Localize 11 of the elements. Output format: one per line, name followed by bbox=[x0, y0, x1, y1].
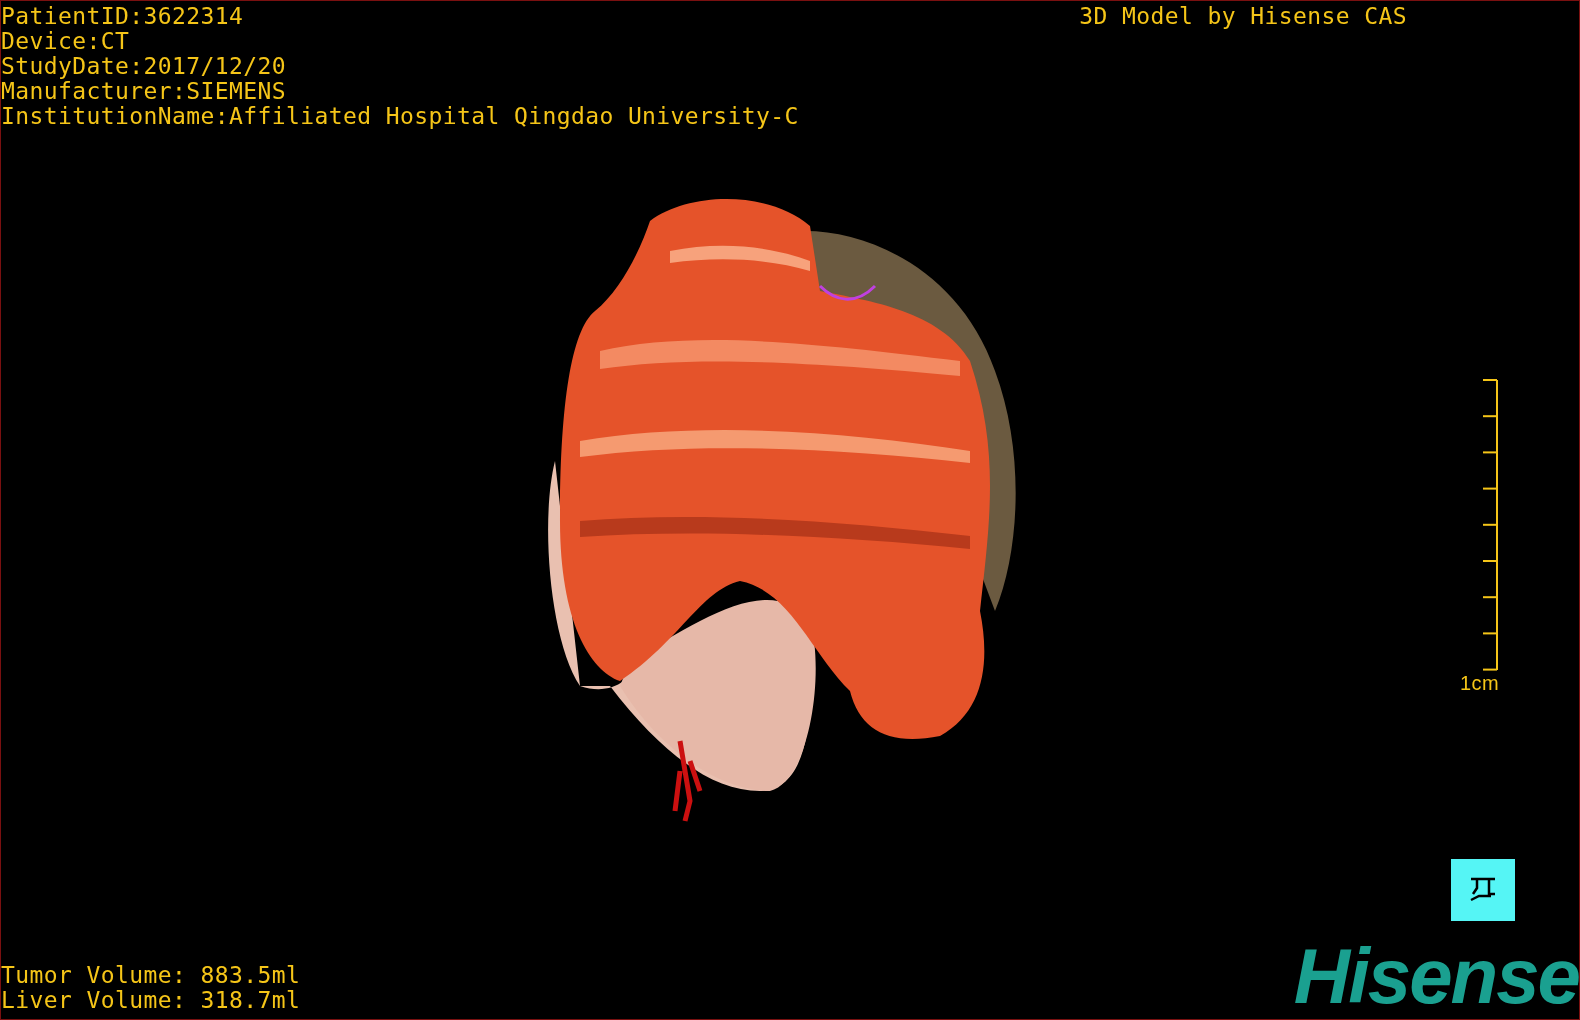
scale-label: 1cm bbox=[1460, 671, 1499, 696]
study-info-line: InstitutionName:Affiliated Hospital Qingdao University-C bbox=[1, 104, 799, 129]
volume-reading: Liver Volume: 318.7ml bbox=[1, 988, 301, 1013]
brand-logo: Hisense bbox=[1293, 941, 1579, 1011]
study-info-line: StudyDate:2017/12/20 bbox=[1, 54, 287, 79]
volume-reading: Tumor Volume: 883.5ml bbox=[1, 963, 301, 988]
view-button[interactable] bbox=[1451, 859, 1515, 921]
study-info-line: Manufacturer:SIEMENS bbox=[1, 79, 287, 104]
viewer-title: 3D Model by Hisense CAS bbox=[1079, 4, 1407, 31]
study-info-line: PatientID:3622314 bbox=[1, 4, 245, 29]
study-info-line: Device:CT bbox=[1, 29, 131, 54]
